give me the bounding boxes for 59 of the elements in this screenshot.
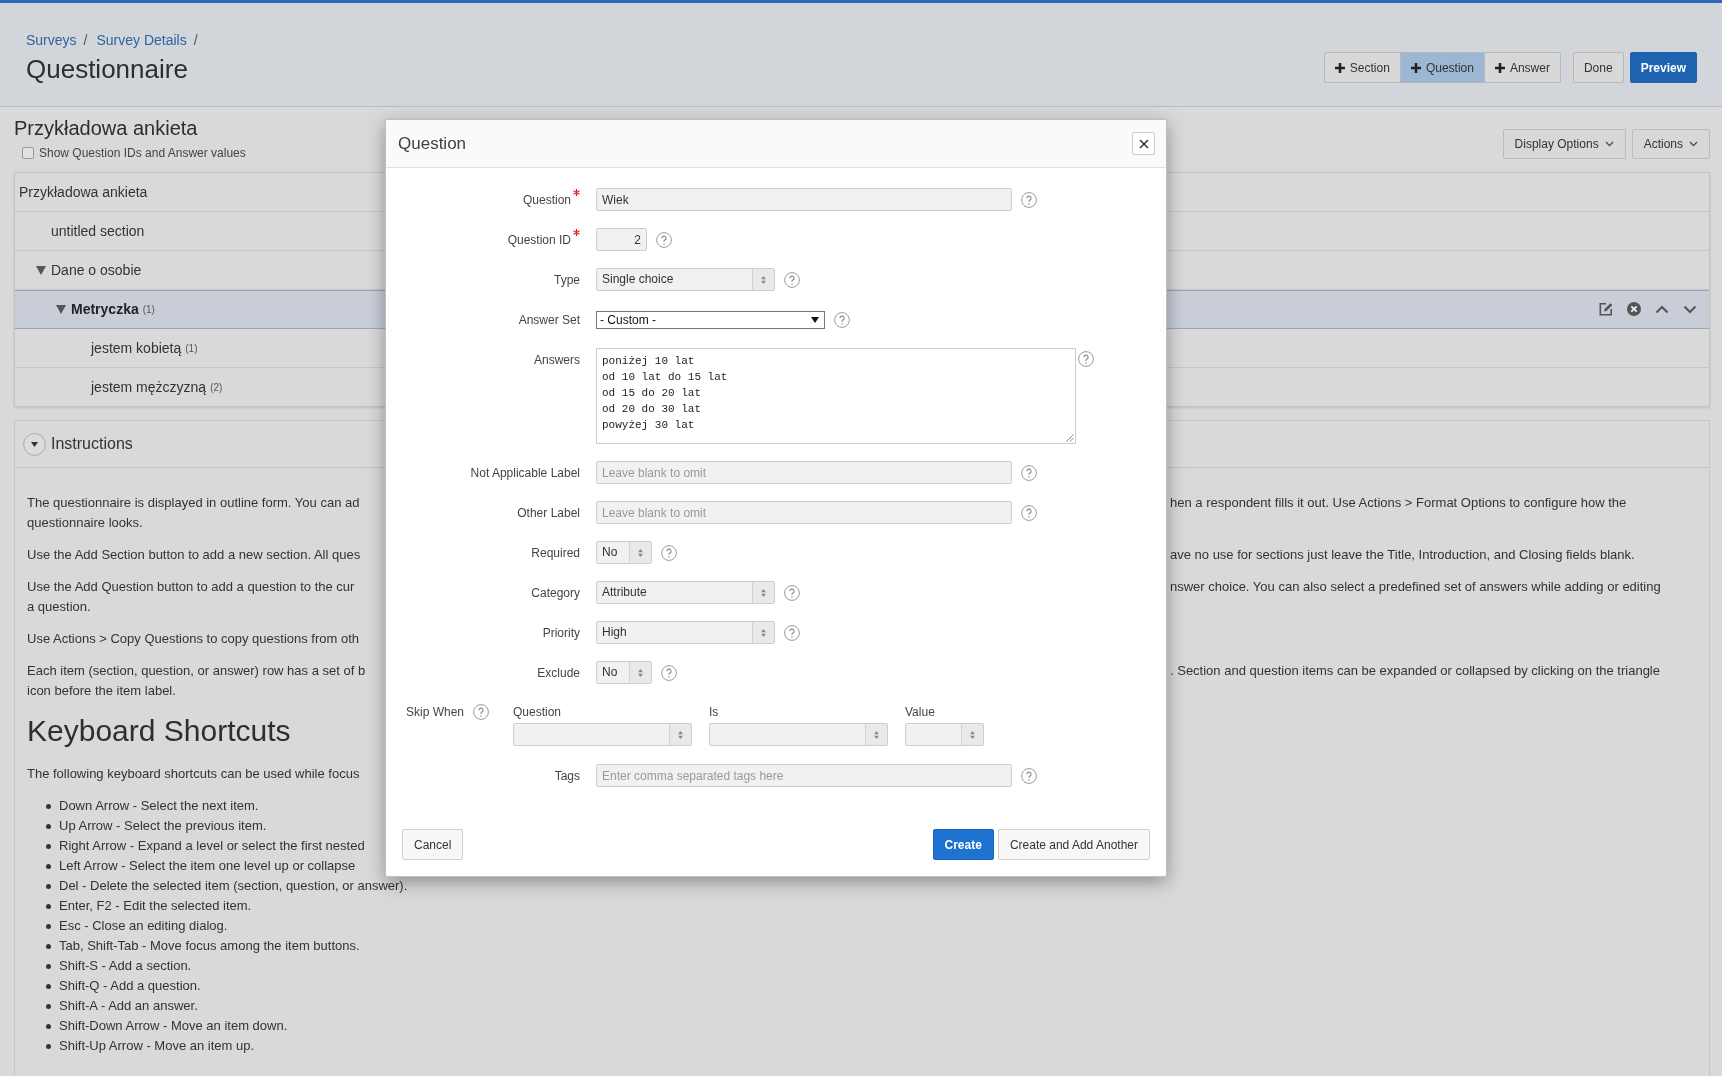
paragraph-text: hen a respondent fills it out. Use Actions > Format Options to configure how the <box>1170 494 1627 512</box>
paragraph-text: . Section and question items can be expanded or collapsed by clicking on the triangle <box>1170 662 1660 680</box>
paragraph-text: Use the Add Section button to add a new section. All ques <box>27 546 361 564</box>
field-label: Other Label <box>517 505 580 520</box>
field-label: Required <box>531 545 580 560</box>
outline-label: jestem kobietą <box>91 340 182 356</box>
paragraph-text: ave no use for sections just leave the Title, Introduction, and Closing fields blank. <box>1170 546 1635 564</box>
field-label: Exclude <box>537 665 580 680</box>
field-label: Value <box>905 704 935 721</box>
dialog-title: Question <box>398 133 467 154</box>
page-title: Questionnaire <box>26 53 189 85</box>
shortcut-text: Down Arrow - Select the next item. <box>59 797 259 815</box>
item-count: (1) <box>185 342 198 354</box>
shortcut-text: Up Arrow - Select the previous item. <box>59 817 267 835</box>
checkbox-label: Show Question IDs and Answer values <box>39 146 246 160</box>
shortcut-text: Shift-A - Add an answer. <box>59 997 198 1015</box>
outline-label: Metryczka <box>71 301 139 317</box>
paragraph-text: nswer choice. You can also select a predefined set of answers while adding or editing <box>1170 578 1661 596</box>
survey-title: Przykładowa ankieta <box>14 116 199 140</box>
shortcut-text: Enter, F2 - Edit the selected item. <box>59 897 252 915</box>
field-label: Is <box>709 704 719 721</box>
shortcut-text: Shift-Q - Add a question. <box>59 977 201 995</box>
field-label: Answers <box>534 353 580 367</box>
field-label: Tags <box>554 768 580 783</box>
shortcut-text: Del - Delete the selected item (section, question, or answer). <box>59 877 408 895</box>
shortcut-text: Shift-Up Arrow - Move an item up. <box>59 1037 255 1055</box>
section-heading: Keyboard Shortcuts <box>27 713 291 749</box>
shortcut-text: Tab, Shift-Tab - Move focus among the item buttons. <box>59 937 360 955</box>
shortcut-text: Shift-S - Add a section. <box>59 957 192 975</box>
paragraph-text: Use Actions > Copy Questions to copy questions from oth <box>27 630 360 648</box>
field-label: Category <box>531 585 580 600</box>
paragraph-text: Use the Add Question button to add a question to the cur <box>27 578 355 596</box>
breadcrumb-separator: / <box>193 31 198 49</box>
shortcut-text: Esc - Close an editing dialog. <box>59 917 228 935</box>
field-label: Question <box>513 704 562 721</box>
shortcut-text: Right Arrow - Expand a level or select the first nested <box>59 837 365 855</box>
paragraph-text: The following keyboard shortcuts can be used while focus <box>27 765 360 783</box>
paragraph-text: icon before the item label. <box>27 682 176 700</box>
field-label: Type <box>554 272 580 287</box>
shortcut-text: Left Arrow - Select the item one level up or collapse <box>59 857 356 875</box>
breadcrumb-separator: / <box>83 31 88 49</box>
outline-label: Dane o osobie <box>51 262 142 278</box>
field-label: Not Applicable Label <box>470 465 580 480</box>
field-label: Skip When <box>406 705 465 719</box>
item-count: (2) <box>210 381 223 393</box>
field-label: Question <box>522 192 571 207</box>
paragraph-text: a question. <box>27 598 91 616</box>
outline-label: untitled section <box>51 223 145 239</box>
outline-label: jestem mężczyzną <box>91 379 207 395</box>
item-count: (1) <box>142 303 155 315</box>
paragraph-text: The questionnaire is displayed in outline form. You can ad <box>27 494 360 512</box>
panel-title: Instructions <box>51 435 133 453</box>
field-label: Question ID <box>507 232 571 247</box>
outline-label: Przykładowa ankieta <box>19 184 148 200</box>
paragraph-text: questionnaire looks. <box>27 514 143 532</box>
field-label: Answer Set <box>518 312 580 327</box>
field-label: Priority <box>542 625 580 640</box>
shortcut-text: Shift-Down Arrow - Move an item down. <box>59 1017 288 1035</box>
paragraph-text: Each item (section, question, or answer) row has a set of b <box>27 662 366 680</box>
